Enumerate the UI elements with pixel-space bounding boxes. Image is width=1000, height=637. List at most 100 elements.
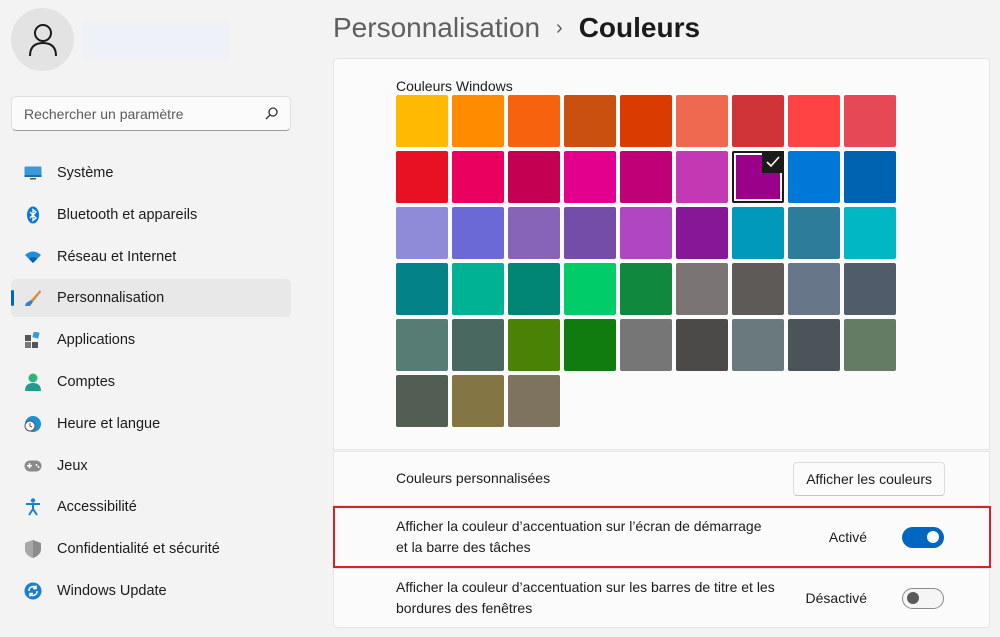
color-swatch[interactable] <box>788 263 840 315</box>
sidebar-item-privacy[interactable]: Confidentialité et sécurité <box>11 530 291 568</box>
color-swatch[interactable] <box>452 319 504 371</box>
sidebar-item-gaming[interactable]: Jeux <box>11 447 291 485</box>
accent-title-bars-label: Afficher la couleur d’accentuation sur l… <box>396 579 775 616</box>
color-swatch-selected[interactable] <box>732 151 784 203</box>
person-icon <box>28 23 57 56</box>
person-icon <box>23 372 43 392</box>
accent-title-bars-state: Désactivé <box>805 590 867 606</box>
sidebar-item-label: Réseau et Internet <box>57 248 177 265</box>
color-swatch[interactable] <box>452 151 504 203</box>
color-swatch[interactable] <box>788 95 840 147</box>
color-swatch[interactable] <box>564 207 616 259</box>
windows-colors-card: Couleurs Windows <box>333 58 990 450</box>
monitor-icon <box>23 163 43 183</box>
accent-start-taskbar-toggle[interactable] <box>902 526 944 548</box>
color-swatch[interactable] <box>620 95 672 147</box>
sidebar-item-label: Windows Update <box>57 582 167 599</box>
color-swatch[interactable] <box>508 319 560 371</box>
gamepad-icon <box>23 456 43 476</box>
sidebar-item-accessibility[interactable]: Accessibilité <box>11 488 291 526</box>
color-swatch[interactable] <box>564 263 616 315</box>
color-swatch[interactable] <box>844 319 896 371</box>
color-swatch[interactable] <box>732 263 784 315</box>
color-swatch[interactable] <box>620 319 672 371</box>
color-swatch[interactable] <box>452 375 504 427</box>
sidebar-item-label: Comptes <box>57 373 116 390</box>
color-swatch[interactable] <box>732 319 784 371</box>
color-swatch[interactable] <box>620 263 672 315</box>
chevron-right-icon: › <box>556 16 563 39</box>
sidebar-item-system[interactable]: Système <box>11 154 291 192</box>
color-swatch[interactable] <box>844 263 896 315</box>
search-box[interactable] <box>11 96 291 131</box>
toggle-knob <box>907 592 919 604</box>
sidebar-item-bluetooth[interactable]: Bluetooth et appareils <box>11 196 291 234</box>
color-swatch[interactable] <box>620 207 672 259</box>
wifi-icon <box>23 247 43 267</box>
sync-icon <box>23 581 43 601</box>
sidebar-item-label: Jeux <box>57 457 88 474</box>
color-swatch[interactable] <box>396 319 448 371</box>
color-swatch[interactable] <box>676 319 728 371</box>
color-swatch[interactable] <box>676 207 728 259</box>
color-swatch[interactable] <box>564 95 616 147</box>
color-swatch[interactable] <box>788 319 840 371</box>
color-swatch[interactable] <box>396 375 448 427</box>
color-swatch[interactable] <box>676 95 728 147</box>
view-colors-button[interactable]: Afficher les couleurs <box>793 461 945 496</box>
color-swatch[interactable] <box>788 151 840 203</box>
color-swatch[interactable] <box>452 95 504 147</box>
color-swatch[interactable] <box>452 207 504 259</box>
color-swatch[interactable] <box>732 95 784 147</box>
sidebar-item-label: Personnalisation <box>57 290 165 307</box>
accessibility-icon <box>23 497 43 517</box>
sidebar-item-label: Accessibilité <box>57 499 137 516</box>
color-swatch[interactable] <box>844 207 896 259</box>
color-swatch[interactable] <box>564 151 616 203</box>
color-swatch[interactable] <box>844 151 896 203</box>
sidebar-item-accounts[interactable]: Comptes <box>11 363 291 401</box>
sidebar-item-label: Bluetooth et appareils <box>57 206 198 223</box>
color-swatch[interactable] <box>396 263 448 315</box>
shield-icon <box>23 539 43 559</box>
globe-clock-icon <box>23 414 43 434</box>
custom-colors-label: Couleurs personnalisées <box>396 470 551 486</box>
sidebar-item-label: Applications <box>57 332 136 349</box>
brush-icon <box>23 288 43 308</box>
accent-start-taskbar-row: Afficher la couleur d’accentuation sur l… <box>333 507 990 567</box>
custom-colors-row: Couleurs personnalisées Afficher les cou… <box>333 451 990 506</box>
apps-icon <box>23 330 43 350</box>
color-swatch[interactable] <box>620 151 672 203</box>
breadcrumb-parent[interactable]: Personnalisation <box>333 12 540 44</box>
sidebar-nav: Système Bluetooth et appareils Réseau et… <box>11 154 291 614</box>
search-input[interactable] <box>24 105 264 122</box>
toggle-knob <box>927 531 939 543</box>
sidebar-item-label: Confidentialité et sécurité <box>57 541 220 558</box>
color-swatch[interactable] <box>508 375 560 427</box>
color-swatch[interactable] <box>452 263 504 315</box>
color-swatch[interactable] <box>732 207 784 259</box>
search-icon[interactable] <box>264 107 278 121</box>
bluetooth-icon <box>23 205 43 225</box>
sidebar-item-windows-update[interactable]: Windows Update <box>11 572 291 610</box>
color-swatch[interactable] <box>508 151 560 203</box>
color-swatch[interactable] <box>396 207 448 259</box>
avatar[interactable] <box>11 8 74 71</box>
color-swatch[interactable] <box>676 263 728 315</box>
color-swatch[interactable] <box>508 207 560 259</box>
color-swatch[interactable] <box>844 95 896 147</box>
sidebar-item-apps[interactable]: Applications <box>11 321 291 359</box>
color-swatch[interactable] <box>508 95 560 147</box>
color-swatch[interactable] <box>564 319 616 371</box>
color-swatch[interactable] <box>396 151 448 203</box>
sidebar-item-network[interactable]: Réseau et Internet <box>11 238 291 276</box>
accent-start-taskbar-label: Afficher la couleur d’accentuation sur l… <box>396 518 762 555</box>
color-swatch[interactable] <box>676 151 728 203</box>
accent-start-taskbar-state: Activé <box>828 529 867 545</box>
color-swatch[interactable] <box>508 263 560 315</box>
color-swatch[interactable] <box>788 207 840 259</box>
color-swatch[interactable] <box>396 95 448 147</box>
sidebar-item-time-language[interactable]: Heure et langue <box>11 405 291 443</box>
sidebar-item-personalization[interactable]: Personnalisation <box>11 279 291 318</box>
accent-title-bars-toggle[interactable] <box>902 587 944 609</box>
